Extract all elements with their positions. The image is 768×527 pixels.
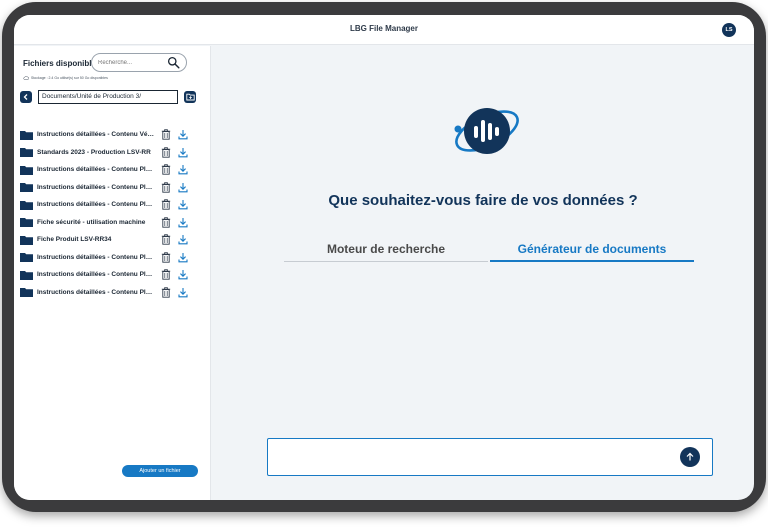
trash-icon[interactable] bbox=[161, 216, 171, 228]
file-row[interactable]: Fiche sécurité - utilisation machine bbox=[20, 214, 205, 232]
current-path-field[interactable]: Documents/Unité de Production 3/ bbox=[38, 90, 178, 104]
file-name: Instructions détaillées - Contenu Véhicu… bbox=[37, 131, 155, 139]
download-icon[interactable] bbox=[178, 234, 188, 245]
download-icon[interactable] bbox=[178, 217, 188, 228]
chevron-left-icon bbox=[23, 94, 28, 100]
folder-icon bbox=[20, 200, 33, 210]
folder-icon bbox=[20, 165, 33, 175]
trash-icon[interactable] bbox=[161, 269, 171, 280]
tab-document-generator[interactable]: Générateur de documents bbox=[490, 242, 694, 262]
file-name: Instructions détaillées - Contenu Platef… bbox=[37, 201, 155, 209]
file-name: Instructions détaillées - Contenu Platef… bbox=[37, 253, 155, 261]
tablet-frame: LBG File Manager LS Fichiers disponibles… bbox=[2, 2, 766, 512]
add-file-button[interactable]: Ajouter un fichier bbox=[122, 465, 198, 477]
folder-icon bbox=[20, 235, 33, 245]
file-row[interactable]: Instructions détaillées - Contenu Platef… bbox=[20, 284, 205, 302]
trash-icon[interactable] bbox=[161, 199, 171, 210]
download-icon[interactable] bbox=[178, 147, 188, 158]
app-title: LBG File Manager bbox=[349, 24, 418, 33]
file-row[interactable]: Instructions détaillées - Contenu Platef… bbox=[20, 249, 205, 267]
send-button[interactable] bbox=[680, 447, 700, 467]
file-row[interactable]: Instructions détaillées - Contenu Platef… bbox=[20, 196, 205, 214]
file-name: Instructions détaillées - Contenu Platef… bbox=[37, 271, 155, 279]
file-row[interactable]: Fiche Produit LSV-RR34 bbox=[20, 231, 205, 249]
trash-icon[interactable] bbox=[161, 251, 171, 263]
file-name: Instructions détaillées - Contenu Platef… bbox=[37, 183, 155, 191]
sidebar-title: Fichiers disponibles bbox=[23, 59, 101, 68]
folder-icon bbox=[20, 270, 33, 280]
download-icon[interactable] bbox=[178, 164, 188, 175]
back-button[interactable] bbox=[20, 91, 32, 103]
file-name: Fiche sécurité - utilisation machine bbox=[37, 218, 146, 226]
file-name: Instructions détaillées - Contenu Platef… bbox=[37, 166, 155, 174]
file-name: Instructions détaillées - Contenu Platef… bbox=[37, 288, 155, 296]
brand-logo-icon bbox=[454, 108, 519, 154]
prompt-box bbox=[267, 438, 713, 476]
app-screen: LBG File Manager LS Fichiers disponibles… bbox=[14, 15, 754, 500]
top-bar: LBG File Manager LS bbox=[14, 15, 754, 45]
trash-icon[interactable] bbox=[161, 146, 171, 158]
storage-text: Stockage : 2.4 Go utilisé(s) sur 50 Go d… bbox=[31, 76, 108, 80]
search-icon[interactable] bbox=[167, 56, 180, 69]
file-row[interactable]: Instructions détaillées - Contenu Platef… bbox=[20, 161, 205, 179]
file-list: Instructions détaillées - Contenu Véhicu… bbox=[20, 126, 205, 301]
folder-icon bbox=[20, 288, 33, 298]
file-name: Fiche Produit LSV-RR34 bbox=[37, 236, 112, 244]
file-row[interactable]: Instructions détaillées - Contenu Véhicu… bbox=[20, 126, 205, 144]
folder-icon bbox=[20, 148, 33, 158]
arrow-up-icon bbox=[686, 452, 694, 461]
trash-icon[interactable] bbox=[161, 129, 171, 140]
trash-icon[interactable] bbox=[161, 286, 171, 298]
download-icon[interactable] bbox=[178, 199, 188, 210]
download-icon[interactable] bbox=[178, 287, 188, 298]
file-sidebar: Fichiers disponibles Stockage : 2.4 Go u… bbox=[14, 46, 211, 500]
user-avatar[interactable]: LS bbox=[722, 23, 736, 37]
file-name: Standards 2023 - Production LSV-RR bbox=[37, 148, 151, 156]
storage-info: Stockage : 2.4 Go utilisé(s) sur 50 Go d… bbox=[23, 76, 108, 80]
folder-icon bbox=[20, 253, 33, 263]
download-icon[interactable] bbox=[178, 182, 188, 193]
folder-icon bbox=[20, 218, 33, 228]
file-row[interactable]: Instructions détaillées - Contenu Platef… bbox=[20, 266, 205, 284]
trash-icon[interactable] bbox=[161, 181, 171, 193]
download-icon[interactable] bbox=[178, 269, 188, 280]
prompt-input[interactable] bbox=[276, 449, 666, 465]
search-input[interactable] bbox=[98, 59, 162, 66]
folder-open-icon bbox=[185, 93, 195, 101]
tab-search-engine[interactable]: Moteur de recherche bbox=[284, 242, 488, 262]
trash-icon[interactable] bbox=[161, 164, 171, 175]
file-row[interactable]: Standards 2023 - Production LSV-RR bbox=[20, 144, 205, 162]
download-icon[interactable] bbox=[178, 252, 188, 263]
folder-icon bbox=[20, 183, 33, 193]
open-folder-button[interactable] bbox=[184, 91, 196, 103]
trash-icon[interactable] bbox=[161, 234, 171, 245]
download-icon[interactable] bbox=[178, 129, 188, 140]
main-question: Que souhaitez-vous faire de vos données … bbox=[328, 192, 638, 209]
search-box bbox=[91, 53, 187, 72]
folder-icon bbox=[20, 130, 33, 140]
cloud-icon bbox=[23, 76, 29, 80]
file-row[interactable]: Instructions détaillées - Contenu Platef… bbox=[20, 179, 205, 197]
